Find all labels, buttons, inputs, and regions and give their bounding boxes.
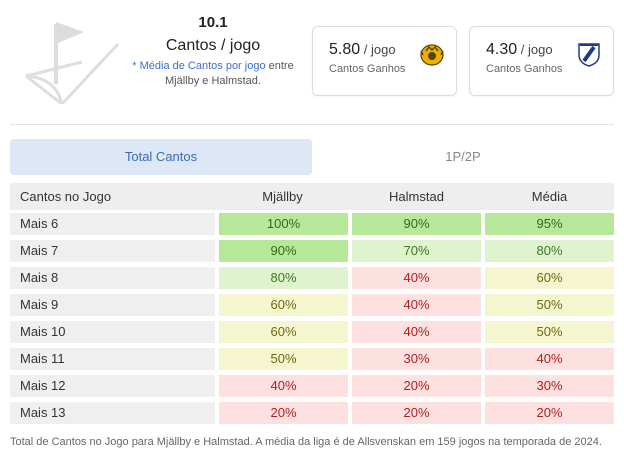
row-label: Mais 9 (10, 294, 215, 316)
row-label: Mais 13 (10, 402, 215, 424)
cell-halmstad: 20% (352, 375, 481, 397)
cell-mjallby: 80% (219, 267, 348, 289)
tab-halves[interactable]: 1P/2P (312, 139, 614, 175)
cell-mjallby: 100% (219, 213, 348, 235)
cell-halmstad: 40% (352, 267, 481, 289)
cell-halmstad: 40% (352, 321, 481, 343)
note-highlight: Média de Cantos por jogo (139, 60, 266, 72)
table-row: Mais 13 20% 20% 20% (10, 399, 614, 426)
note-prefix: * (132, 60, 140, 72)
row-label: Mais 8 (10, 267, 215, 289)
table-row: Mais 9 60% 40% 50% (10, 291, 614, 318)
cell-mjallby: 60% (219, 294, 348, 316)
row-label: Mais 12 (10, 375, 215, 397)
cell-mjallby: 90% (219, 240, 348, 262)
cell-average: 60% (485, 267, 614, 289)
halmstad-corners-card: 4.30 / jogo Cantos Ganhos (469, 26, 614, 96)
table-body: Mais 6 100% 90% 95% Mais 7 90% 70% 80% Mais 8 80%… (10, 210, 614, 426)
halmstad-crest-icon (578, 43, 600, 67)
footnote: Total de Cantos no Jogo para Mjällby e H… (10, 436, 602, 448)
table-header: Cantos no Jogo Mjällby Halmstad Média (10, 183, 614, 210)
mjallby-crest-icon (420, 44, 444, 66)
row-label: Mais 7 (10, 240, 215, 262)
cell-average: 30% (485, 375, 614, 397)
header-mjallby: Mjällby (262, 189, 303, 204)
cell-average: 80% (485, 240, 614, 262)
corners-per-game-label: Cantos / jogo (165, 37, 261, 54)
cell-halmstad: 70% (352, 240, 481, 262)
cell-average: 40% (485, 348, 614, 370)
header-average: Média (531, 189, 568, 204)
cell-halmstad: 90% (352, 213, 481, 235)
table-row: Mais 8 80% 40% 60% (10, 264, 614, 291)
corners-summary: 10.1 Cantos / jogo * Média de Cantos por… (120, 14, 306, 89)
corners-note: * Média de Cantos por jogo entre Mjällby… (120, 59, 306, 89)
cell-average: 95% (485, 213, 614, 235)
cell-halmstad: 20% (352, 402, 481, 424)
card-label: Cantos Ganhos (486, 63, 563, 75)
header-corners-in-game: Cantos no Jogo (20, 189, 112, 204)
tab-total-corners[interactable]: Total Cantos (10, 139, 312, 175)
card-value: 5.80 (329, 41, 361, 58)
cell-mjallby: 40% (219, 375, 348, 397)
section-divider (10, 124, 614, 125)
card-value: 4.30 (486, 41, 518, 58)
mjallby-corners-card: 5.80 / jogo Cantos Ganhos (312, 26, 457, 96)
table-row: Mais 6 100% 90% 95% (10, 210, 614, 237)
table-row: Mais 12 40% 20% 30% (10, 372, 614, 399)
cell-mjallby: 50% (219, 348, 348, 370)
table-row: Mais 11 50% 30% 40% (10, 345, 614, 372)
card-unit: / jogo (360, 42, 396, 57)
table-row: Mais 7 90% 70% 80% (10, 237, 614, 264)
cell-average: 50% (485, 294, 614, 316)
row-label: Mais 10 (10, 321, 215, 343)
corner-flag-icon (25, 22, 120, 104)
row-label: Mais 6 (10, 213, 215, 235)
cell-mjallby: 20% (219, 402, 348, 424)
row-label: Mais 11 (10, 348, 215, 370)
table-row: Mais 10 60% 40% 50% (10, 318, 614, 345)
corners-table: Cantos no Jogo Mjällby Halmstad Média Ma… (10, 183, 614, 426)
corner-tabs: Total Cantos 1P/2P (10, 139, 614, 175)
cell-mjallby: 60% (219, 321, 348, 343)
card-unit: / jogo (517, 42, 553, 57)
card-label: Cantos Ganhos (329, 63, 406, 75)
cell-halmstad: 40% (352, 294, 481, 316)
header-halmstad: Halmstad (389, 189, 444, 204)
cell-halmstad: 30% (352, 348, 481, 370)
corners-per-game-value: 10.1 (198, 14, 228, 31)
cell-average: 20% (485, 402, 614, 424)
cell-average: 50% (485, 321, 614, 343)
